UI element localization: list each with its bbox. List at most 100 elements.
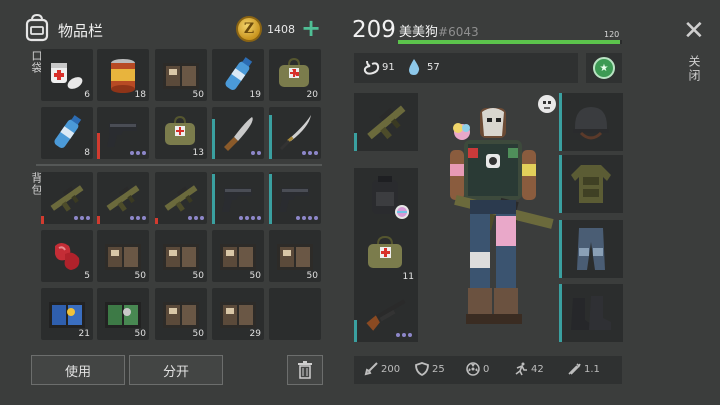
item-count: 11 [402,272,414,282]
equip-slot-boots[interactable] [559,284,623,342]
inventory-slot[interactable] [269,172,321,224]
player-level: 209 [352,17,396,43]
inventory-slot[interactable]: 29 [212,288,264,340]
item-count: 13 [192,148,204,158]
inventory-slot[interactable] [155,172,207,224]
backpack-icon [25,14,49,42]
inventory-slot[interactable]: 50 [97,230,149,282]
durability-bar [155,218,158,224]
inventory-slot[interactable]: 50 [155,49,207,101]
item-count: 18 [134,90,146,100]
equip-slot-armor[interactable] [559,155,623,213]
equip-slot-backpack[interactable] [354,168,418,226]
stealth-icon [568,363,581,375]
inventory-slot[interactable] [97,172,149,224]
durability-bar [559,155,562,213]
book-icon [163,302,199,328]
inventory-slot[interactable]: 8 [41,107,93,159]
item-count: 29 [249,329,261,339]
trash-button[interactable] [287,355,323,385]
player-character [450,108,554,324]
trash-icon [298,361,312,379]
add-coins-button[interactable]: + [301,16,321,40]
canned-food-icon [111,59,135,93]
pistol-icon [222,188,252,212]
inventory-slot[interactable]: 50 [269,230,321,282]
book-icon [105,244,141,270]
item-count: 50 [192,271,204,281]
pills-icon [51,63,83,89]
durability-bar [41,216,44,224]
inventory-slot[interactable]: 21 [41,288,93,340]
inventory-slot-empty[interactable] [269,288,321,340]
use-button[interactable]: 使用 [31,355,125,385]
equip-slot-weapon[interactable] [354,93,418,151]
inventory-slot[interactable]: 50 [212,230,264,282]
item-count: 21 [78,329,90,339]
katana-icon [279,115,311,151]
inventory-slot[interactable]: 18 [97,49,149,101]
rarity-dots [188,216,204,220]
inventory-slot[interactable]: 5 [41,230,93,282]
inventory-slot[interactable]: 20 [269,49,321,101]
item-count: 5 [84,271,90,281]
water-bottle-icon [54,115,82,148]
inventory-slot[interactable]: 19 [212,49,264,101]
hunger-value: 91 [382,62,395,73]
rifle-icon [50,185,84,212]
item-count: 50 [192,90,204,100]
inventory-slot[interactable] [97,107,149,159]
first-aid-bag-icon [279,57,309,87]
durability-bar [354,320,357,342]
durability-bar [559,93,562,151]
close-label[interactable]: 关闭 [686,55,703,83]
inventory-slot[interactable] [212,107,264,159]
inventory-slot[interactable] [269,107,321,159]
inventory-slot[interactable]: 50 [155,230,207,282]
split-button[interactable]: 分开 [129,355,223,385]
armor-vest-icon [571,165,611,203]
item-count: 6 [84,90,90,100]
stomach-icon [363,60,380,75]
book-icon [277,244,313,270]
item-count: 19 [249,90,261,100]
close-icon[interactable]: ✕ [683,18,705,44]
durability-bar [97,216,100,224]
durability-bar [269,174,272,224]
inventory-slot[interactable]: 6 [41,49,93,101]
durability-bar [97,133,100,159]
stealth-value: 1.1 [584,363,600,375]
radiation-value: 0 [483,363,490,375]
water-bottle-icon [225,57,253,90]
equip-slot-pants[interactable] [559,220,623,278]
item-count: 50 [306,271,318,281]
item-count: 20 [306,90,318,100]
equip-slot-medkit[interactable]: 11 [354,226,418,284]
equip-slot-helmet[interactable] [559,93,623,151]
inventory-slot[interactable] [212,172,264,224]
inventory-slot[interactable]: 13 [155,107,207,159]
coin-count: 1408 [267,23,295,36]
player-name: 美美狗 [399,25,439,40]
durability-bar [559,220,562,278]
mask-badge-icon [538,95,556,113]
inventory-slot[interactable]: 50 [155,288,207,340]
durability-bar [559,284,562,342]
inventory-slot[interactable] [41,172,93,224]
rarity-dots [296,216,318,220]
shotgun-icon [366,299,406,331]
thirst-value: 57 [427,62,440,73]
rarity-dots [396,333,412,337]
star-button-icon[interactable]: ★ [593,57,615,79]
equip-slot-shotgun[interactable] [354,284,418,342]
sword-icon [364,362,378,376]
pistol-icon [279,188,309,212]
durability-bar [212,119,215,159]
item-count: 50 [134,271,146,281]
rarity-dots [302,151,318,155]
pistol-icon [107,123,137,147]
rarity-dots [130,151,146,155]
xp-value: 120 [604,30,620,39]
inventory-slot[interactable]: 50 [97,288,149,340]
durability-bar [212,174,215,224]
